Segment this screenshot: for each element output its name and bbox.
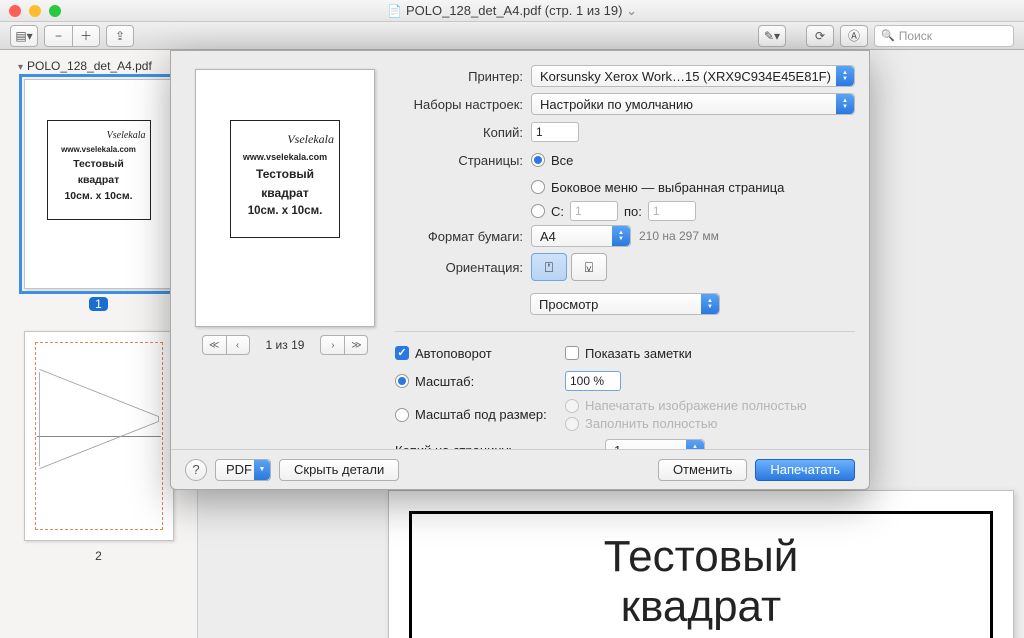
share-button[interactable]: ⇪ xyxy=(106,25,134,47)
printer-select[interactable]: Korsunsky Xerox Work…15 (XRX9C934E45E81F… xyxy=(531,65,855,87)
pages-from-input[interactable]: 1 xyxy=(570,201,618,221)
orientation-landscape-button[interactable]: ⍌ xyxy=(571,253,607,281)
fit-fill-full-radio xyxy=(565,417,579,431)
brand-text: Vselekala xyxy=(107,130,146,141)
pages-all-label: Все xyxy=(551,153,573,168)
copiesperpage-select[interactable]: 1▲▼ xyxy=(605,439,705,449)
panel-select[interactable]: Просмотр▲▼ xyxy=(530,293,720,315)
preview-pager: 1 из 19 xyxy=(266,338,305,352)
pages-label: Страницы: xyxy=(395,153,523,168)
print-button[interactable]: Напечатать xyxy=(755,459,855,481)
print-preview-page: Vselekala www.vselekala.com Тестовый ква… xyxy=(195,69,375,327)
thumbnail-page-2[interactable] xyxy=(24,331,174,541)
presets-label: Наборы настроек: xyxy=(395,97,523,112)
markup-button[interactable]: Ⓐ xyxy=(840,25,868,47)
thumbnail-number-1: 1 xyxy=(89,297,108,311)
sidebar-toggle-button[interactable]: ▤▾ xyxy=(10,25,38,47)
pages-all-radio[interactable] xyxy=(531,153,545,167)
shownotes-label: Показать заметки xyxy=(585,346,692,361)
autorotate-checkbox[interactable] xyxy=(395,346,409,360)
thumbnails-sidebar: POLO_128_det_A4.pdf Vselekala www.vselek… xyxy=(0,50,198,638)
close-icon[interactable] xyxy=(9,5,21,17)
pages-range-radio[interactable] xyxy=(531,204,545,218)
sidebar-filename[interactable]: POLO_128_det_A4.pdf xyxy=(8,56,189,79)
divider xyxy=(395,331,855,332)
help-button[interactable]: ? xyxy=(185,459,207,481)
rotate-button[interactable]: ⟳ xyxy=(806,25,834,47)
thumbnail-page-1[interactable]: Vselekala www.vselekala.com Тестовый ква… xyxy=(24,79,174,289)
pdf-menu-button[interactable]: PDF▼ xyxy=(215,459,271,481)
current-page: Тестовый квадрат 10см v 10см xyxy=(388,490,1014,638)
paper-select[interactable]: A4▲▼ xyxy=(531,225,631,247)
shownotes-checkbox[interactable] xyxy=(565,346,579,360)
toolbar: ▤▾ − ＋ ⇪ ✎▾ ⟳ Ⓐ Поиск xyxy=(0,22,1024,50)
fit-print-full-radio xyxy=(565,399,579,413)
copies-input[interactable]: 1 xyxy=(531,122,579,142)
fit-print-full-label: Напечатать изображение полностью xyxy=(585,398,807,413)
printer-label: Принтер: xyxy=(395,69,523,84)
preview-last-button[interactable]: ≫ xyxy=(344,335,368,355)
scale-input[interactable]: 100 % xyxy=(565,371,621,391)
preview-first-button[interactable]: ≪ xyxy=(202,335,226,355)
zoom-icon[interactable] xyxy=(49,5,61,17)
scale-label: Масштаб: xyxy=(415,374,474,389)
highlight-button[interactable]: ✎▾ xyxy=(758,25,786,47)
thumbnail-number-2: 2 xyxy=(89,549,108,563)
preview-prev-button[interactable]: ‹ xyxy=(226,335,250,355)
print-dialog: Vselekala www.vselekala.com Тестовый ква… xyxy=(170,50,870,490)
presets-select[interactable]: Настройки по умолчанию▲▼ xyxy=(531,93,855,115)
scalefit-label: Масштаб под размер: xyxy=(415,407,547,422)
orientation-portrait-button[interactable]: ⍞ xyxy=(531,253,567,281)
scalefit-radio[interactable] xyxy=(395,408,409,422)
autorotate-label: Автоповорот xyxy=(415,346,492,361)
pages-sidebar-radio[interactable] xyxy=(531,180,545,194)
pages-sidebar-label: Боковое меню — выбранная страница xyxy=(551,180,784,195)
orientation-label: Ориентация: xyxy=(395,260,523,275)
pages-to-input[interactable]: 1 xyxy=(648,201,696,221)
window-controls xyxy=(9,5,61,17)
zoom-in-button[interactable]: ＋ xyxy=(72,25,100,47)
preview-next-button[interactable]: › xyxy=(320,335,344,355)
minimize-icon[interactable] xyxy=(29,5,41,17)
brand-url: www.vselekala.com xyxy=(61,145,136,154)
cancel-button[interactable]: Отменить xyxy=(658,459,747,481)
fit-fill-full-label: Заполнить полностью xyxy=(585,416,717,431)
titlebar: POLO_128_det_A4.pdf (стр. 1 из 19) ⌄ xyxy=(0,0,1024,22)
hide-details-button[interactable]: Скрыть детали xyxy=(279,459,399,481)
zoom-out-button[interactable]: − xyxy=(44,25,72,47)
copies-label: Копий: xyxy=(395,125,523,140)
paper-hint: 210 на 297 мм xyxy=(639,229,719,243)
scale-radio[interactable] xyxy=(395,374,409,388)
paper-label: Формат бумаги: xyxy=(395,229,523,244)
search-input[interactable]: Поиск xyxy=(874,25,1014,47)
window-title: POLO_128_det_A4.pdf (стр. 1 из 19) ⌄ xyxy=(0,3,1024,19)
